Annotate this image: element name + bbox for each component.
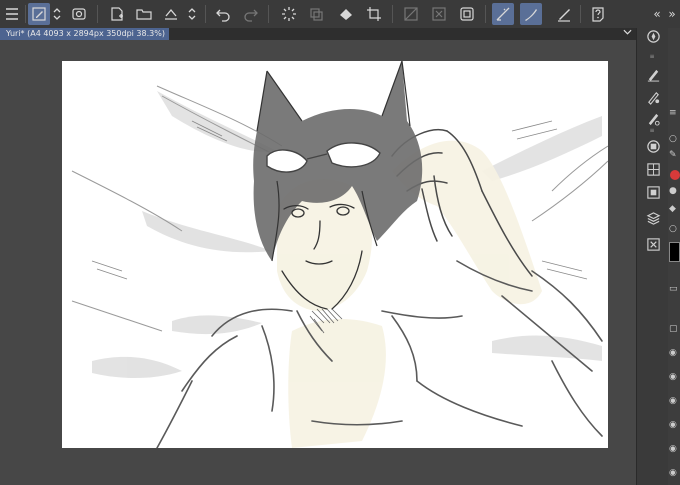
transform-icon[interactable]: [400, 3, 422, 25]
layer-grid-icon[interactable]: [643, 159, 663, 179]
fill-icon[interactable]: ◆: [669, 204, 680, 214]
separator: [268, 5, 269, 23]
sketch-artwork: [71, 61, 608, 448]
help-icon[interactable]: [587, 3, 609, 25]
ruler-snap-icon[interactable]: [492, 3, 514, 25]
crop-frame-icon[interactable]: [363, 3, 385, 25]
droplet-icon[interactable]: ●: [669, 186, 680, 196]
collapse-panel-icon[interactable]: «: [650, 3, 664, 25]
search-icon[interactable]: ○: [669, 224, 680, 234]
canvas-area[interactable]: [0, 40, 636, 485]
eye-visibility-icon[interactable]: ◉: [669, 468, 680, 478]
edit-mode-icon[interactable]: [28, 3, 50, 25]
pen-tool-icon[interactable]: [643, 64, 663, 84]
document-tab[interactable]: Yuri* (A4 4093 x 2894px 350dpi 38.3%): [0, 28, 169, 40]
current-color-swatch[interactable]: [669, 242, 680, 262]
separator: [25, 5, 26, 23]
eye-visibility-icon[interactable]: ◉: [669, 396, 680, 406]
new-file-icon[interactable]: [106, 3, 128, 25]
clear-icon[interactable]: [428, 3, 450, 25]
stepper-arrows-icon[interactable]: [185, 3, 199, 25]
fill-bucket-icon[interactable]: [335, 3, 357, 25]
red-color-swatch[interactable]: [670, 170, 680, 180]
ruler-pen-icon[interactable]: [553, 3, 575, 25]
separator: [205, 5, 206, 23]
eye-visibility-icon[interactable]: ◉: [669, 348, 680, 358]
drag-handle-icon[interactable]: ≡: [645, 54, 659, 60]
undo-icon[interactable]: [212, 3, 234, 25]
delete-box-icon[interactable]: [643, 234, 663, 254]
expand-panel-icon[interactable]: »: [665, 3, 679, 25]
pencil-tool-icon[interactable]: [643, 87, 663, 107]
drag-handle-icon[interactable]: ≡: [645, 128, 659, 134]
side-panel-edge: ≡ ○ ✎ ● ◆ ○ ▭ ▢ ◉ ◉ ◉ ◉ ◉ ◉: [668, 28, 680, 485]
film-strip-icon[interactable]: [643, 182, 663, 202]
eye-visibility-icon[interactable]: ◉: [669, 372, 680, 382]
document-tab-bar: Yuri* (A4 4093 x 2894px 350dpi 38.3%): [0, 28, 636, 40]
loading-spinner-icon[interactable]: [278, 3, 300, 25]
separator: [392, 5, 393, 23]
eye-visibility-icon[interactable]: ◉: [669, 444, 680, 454]
command-bar: « »: [0, 0, 680, 29]
pen-stabilizer-icon[interactable]: [520, 3, 542, 25]
navigator-icon[interactable]: [643, 26, 663, 46]
brush-tool-icon[interactable]: [643, 108, 663, 128]
layer-thumb-icon[interactable]: ▢: [669, 324, 680, 334]
eraser-tool-icon[interactable]: [643, 136, 663, 156]
tool-palette: ≡ ≡: [636, 28, 668, 485]
select-all-icon[interactable]: [456, 3, 478, 25]
panel-box-icon[interactable]: ▭: [669, 284, 680, 294]
eye-visibility-icon[interactable]: ◉: [669, 420, 680, 430]
menu-icon[interactable]: [1, 3, 23, 25]
separator: [485, 5, 486, 23]
drawing-canvas[interactable]: [62, 61, 608, 448]
open-folder-icon[interactable]: [133, 3, 155, 25]
stepper-arrows-icon[interactable]: [50, 3, 64, 25]
clip-studio-icon[interactable]: [68, 3, 90, 25]
drag-handle-icon[interactable]: ≡: [669, 108, 680, 118]
pen-subtool-icon[interactable]: ✎: [669, 150, 680, 160]
separator: [580, 5, 581, 23]
chevron-down-icon[interactable]: [622, 28, 632, 40]
redo-icon[interactable]: [240, 3, 262, 25]
layers-stack-icon[interactable]: [643, 208, 663, 228]
separator: [97, 5, 98, 23]
copy-layer-icon[interactable]: [305, 3, 327, 25]
save-icon[interactable]: [160, 3, 182, 25]
circle-tool-icon[interactable]: ○: [669, 134, 680, 144]
